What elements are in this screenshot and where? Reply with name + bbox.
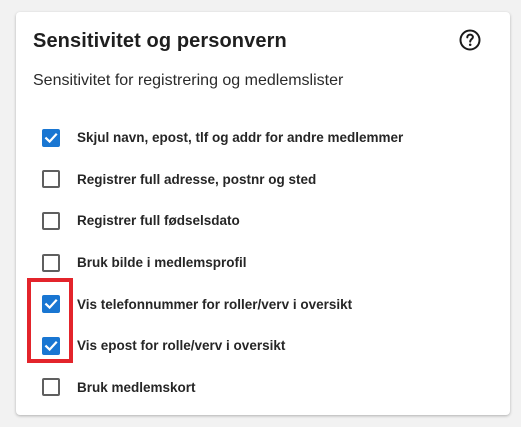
privacy-settings-card: Sensitivitet og personvern Sensitivitet … bbox=[16, 12, 510, 415]
option-membership-card[interactable]: Bruk medlemskort bbox=[42, 367, 502, 409]
checkbox[interactable] bbox=[42, 170, 60, 189]
section-subtitle: Sensitivitet for registrering og medlems… bbox=[33, 72, 344, 89]
options-list: Skjul navn, epost, tlf og addr for andre… bbox=[42, 117, 502, 408]
option-full-birthdate[interactable]: Registrer full fødselsdato bbox=[42, 200, 502, 242]
option-label: Vis epost for rolle/verv i oversikt bbox=[77, 338, 286, 354]
option-label: Skjul navn, epost, tlf og addr for andre… bbox=[77, 130, 404, 146]
checkbox[interactable] bbox=[42, 378, 60, 397]
checkbox[interactable] bbox=[42, 336, 60, 355]
checkbox[interactable] bbox=[42, 128, 60, 147]
option-label: Vis telefonnummer for roller/verv i over… bbox=[77, 296, 353, 312]
option-hide-contact-info[interactable]: Skjul navn, epost, tlf og addr for andre… bbox=[42, 117, 502, 159]
checkbox[interactable] bbox=[42, 211, 60, 230]
option-label: Bruk medlemskort bbox=[77, 379, 196, 395]
option-profile-picture[interactable]: Bruk bilde i medlemsprofil bbox=[42, 242, 502, 284]
card-title: Sensitivitet og personvern bbox=[33, 30, 287, 52]
checkmark-icon bbox=[44, 340, 58, 351]
option-show-role-phone[interactable]: Vis telefonnummer for roller/verv i over… bbox=[42, 283, 502, 325]
checkbox[interactable] bbox=[42, 295, 60, 314]
checkmark-icon bbox=[44, 132, 58, 143]
help-icon[interactable] bbox=[458, 28, 482, 52]
checkmark-icon bbox=[44, 299, 58, 310]
checkbox[interactable] bbox=[42, 253, 60, 272]
option-full-address[interactable]: Registrer full adresse, postnr og sted bbox=[42, 159, 502, 201]
option-label: Registrer full adresse, postnr og sted bbox=[77, 171, 317, 187]
option-label: Bruk bilde i medlemsprofil bbox=[77, 255, 247, 271]
option-show-role-email[interactable]: Vis epost for rolle/verv i oversikt bbox=[42, 325, 502, 367]
option-label: Registrer full fødselsdato bbox=[77, 213, 240, 229]
